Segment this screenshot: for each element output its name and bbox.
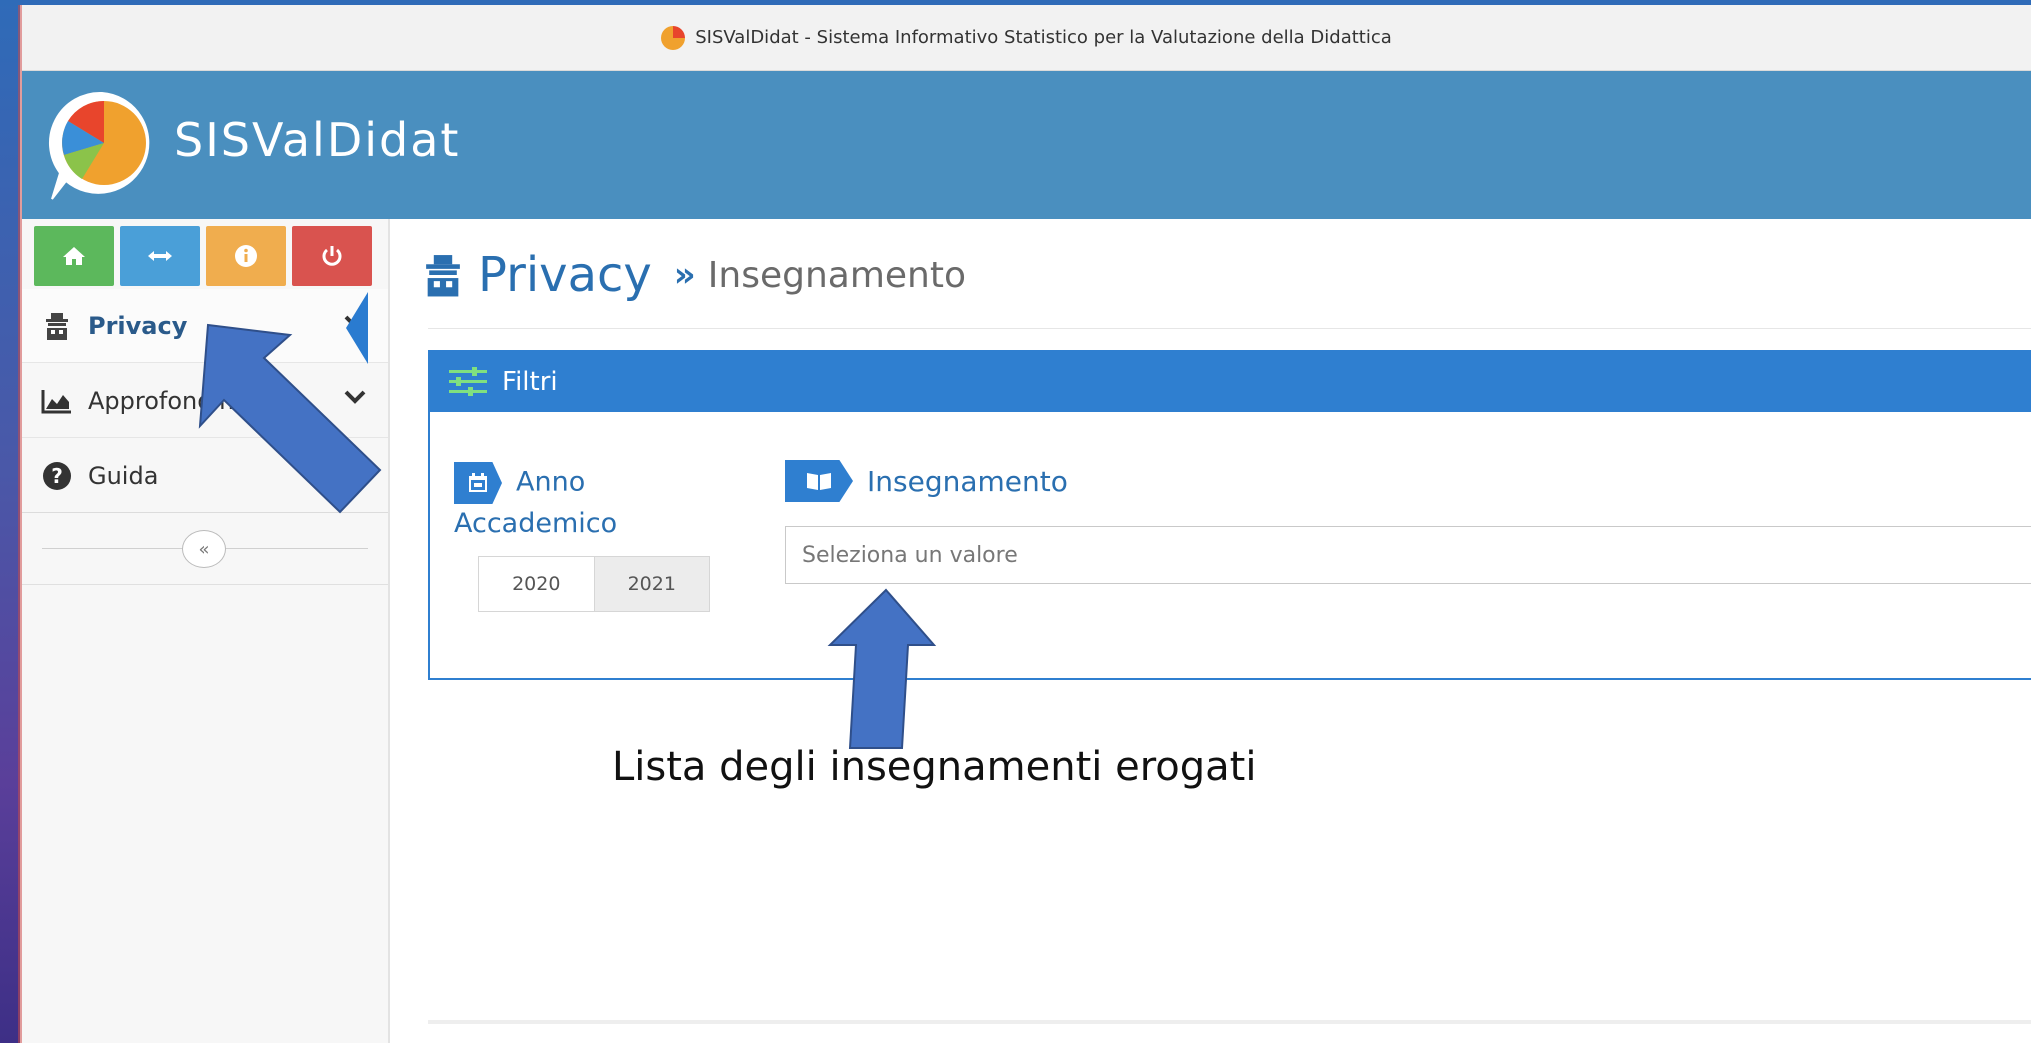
footer-divider — [428, 1020, 2031, 1024]
anno-label-line1: Anno — [516, 466, 586, 498]
logo-icon — [48, 91, 150, 200]
browser-title-row: SISValDidat - Sistema Informativo Statis… — [22, 5, 2031, 70]
select-placeholder: Seleziona un valore — [802, 542, 1018, 568]
breadcrumb-current: Insegnamento — [707, 254, 967, 296]
insegnamento-label-text: Insegnamento — [867, 464, 1068, 498]
sidebar-item-privacy[interactable]: Privacy — [22, 289, 388, 363]
toggle-width-button[interactable] — [120, 226, 200, 286]
swap-arrows-icon — [148, 251, 172, 261]
filter-panel-title: Filtri — [502, 367, 558, 397]
active-item-indicator — [346, 292, 368, 364]
slide-frame-left — [0, 0, 20, 1043]
sidebar-item-guida[interactable]: ? Guida — [22, 439, 388, 513]
calendar-icon — [454, 462, 502, 504]
svg-text:?: ? — [51, 464, 63, 488]
sidebar: Privacy Approfondim ? Guida « — [22, 219, 390, 1043]
divider — [428, 328, 2031, 329]
page-title-row: Privacy » Insegnamento — [420, 240, 966, 310]
sidebar-item-approfondimenti[interactable]: Approfondim — [22, 364, 388, 438]
insegnamento-label: Insegnamento — [785, 460, 1068, 502]
breadcrumb-separator: » — [673, 255, 696, 295]
info-button[interactable] — [206, 226, 286, 286]
logout-button[interactable] — [292, 226, 372, 286]
sidebar-item-label: Privacy — [88, 311, 188, 340]
question-circle-icon: ? — [40, 461, 74, 491]
power-icon — [322, 246, 342, 266]
favicon-icon — [661, 25, 686, 50]
anno-accademico-label: Anno Accademico — [454, 462, 654, 544]
filter-panel: Filtri Anno Accademico 2020 2021 Insegna… — [428, 350, 2031, 680]
home-icon — [63, 247, 85, 265]
sliders-icon — [448, 366, 488, 398]
home-button[interactable] — [34, 226, 114, 286]
annotation-caption: Lista degli insegnamenti erogati — [612, 744, 1257, 790]
page-title: Privacy — [478, 247, 652, 303]
privacy-spy-icon — [426, 255, 460, 297]
year-option-2021[interactable]: 2021 — [593, 557, 709, 611]
sidebar-item-label: Guida — [88, 461, 159, 490]
year-option-2020[interactable]: 2020 — [479, 557, 594, 611]
filter-panel-header: Filtri — [430, 352, 2031, 412]
area-chart-icon — [40, 386, 74, 416]
browser-titlebar: SISValDidat - Sistema Informativo Statis… — [22, 5, 2031, 71]
info-icon — [235, 245, 257, 267]
browser-title: SISValDidat - Sistema Informativo Statis… — [695, 27, 1392, 48]
year-selector: 2020 2021 — [478, 556, 710, 612]
app-logo-text: SISValDidat — [174, 113, 461, 167]
app-header: SISValDidat — [22, 71, 2031, 219]
insegnamento-select[interactable]: Seleziona un valore — [785, 526, 2031, 584]
chevron-down-icon — [344, 390, 366, 404]
sidebar-item-label: Approfondim — [88, 386, 243, 415]
sidebar-collapse-row: « — [22, 514, 388, 585]
collapse-sidebar-button[interactable]: « — [182, 530, 226, 568]
privacy-spy-icon — [40, 311, 74, 341]
book-icon — [785, 460, 853, 502]
anno-label-line2: Accademico — [454, 508, 618, 539]
